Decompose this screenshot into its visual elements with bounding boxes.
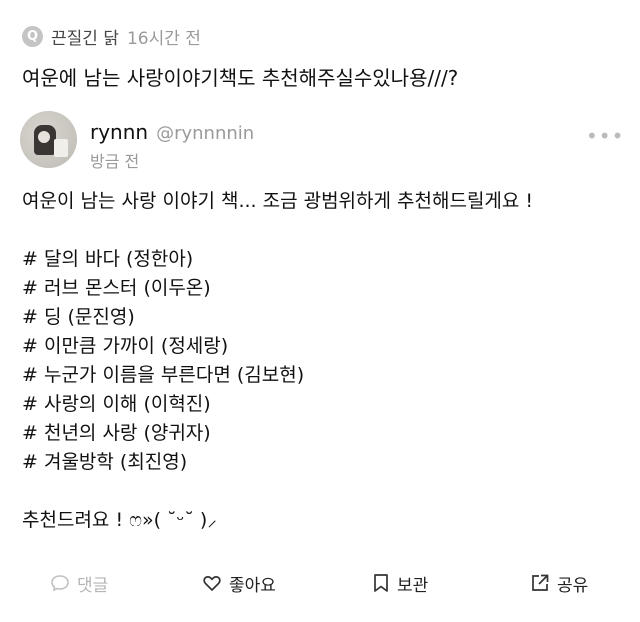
book-item: # 천년의 사랑 (양귀자) <box>22 422 211 444</box>
bookmark-icon <box>374 574 388 592</box>
answer-time: 방금 전 <box>90 152 140 171</box>
comment-button[interactable]: 댓글 <box>50 568 108 598</box>
book-item: # 겨울방학 (최진영) <box>22 451 188 473</box>
share-button[interactable]: 공유 <box>530 568 588 598</box>
question-header: Q 끈질긴 닭 16시간 전 <box>22 24 201 49</box>
question-badge-icon: Q <box>22 25 43 47</box>
answer-intro: 여운이 남는 사랑 이야기 책... 조금 광범위하게 추천해드릴게요 ! <box>22 190 534 212</box>
book-item: # 사랑의 이해 (이혁진) <box>22 393 211 415</box>
book-item: # 누군가 이름을 부른다면 (김보현) <box>22 364 305 386</box>
avatar[interactable] <box>20 111 77 168</box>
comment-icon <box>51 575 69 592</box>
avatar-book <box>54 139 68 157</box>
save-label: 보관 <box>397 575 429 596</box>
share-icon <box>532 574 549 591</box>
more-options-icon[interactable]: ••• <box>586 124 624 148</box>
question-title: 여운에 남는 사랑이야기책도 추천해주실수있나용///? <box>22 66 459 90</box>
book-item: # 딩 (문진영) <box>22 306 135 328</box>
book-item: # 이만큼 가까이 (정세랑) <box>22 335 229 357</box>
username[interactable]: rynnn <box>90 120 148 144</box>
like-label: 좋아요 <box>229 575 276 596</box>
heart-icon <box>203 576 221 591</box>
share-label: 공유 <box>557 575 589 596</box>
save-button[interactable]: 보관 <box>372 568 428 598</box>
answer-body: 여운이 남는 사랑 이야기 책... 조금 광범위하게 추천해드릴게요 ! # … <box>22 187 622 535</box>
book-item: # 달의 바다 (정한아) <box>22 248 194 270</box>
book-item: # 러브 몬스터 (이두온) <box>22 277 211 299</box>
like-button[interactable]: 좋아요 <box>202 568 276 598</box>
user-handle: @rynnnnin <box>156 123 255 144</box>
avatar-face <box>38 131 50 143</box>
comment-label: 댓글 <box>77 575 109 596</box>
question-author[interactable]: 끈질긴 닭 <box>51 24 119 49</box>
answer-outro: 추천드려요 ! ෆ»( ˘ᵕ˘ )⸝ <box>22 509 217 531</box>
question-time: 16시간 전 <box>126 28 201 49</box>
action-bar: 댓글 좋아요 보관 공유 <box>0 568 640 598</box>
answer-user[interactable]: rynnn @rynnnnin <box>90 120 254 144</box>
